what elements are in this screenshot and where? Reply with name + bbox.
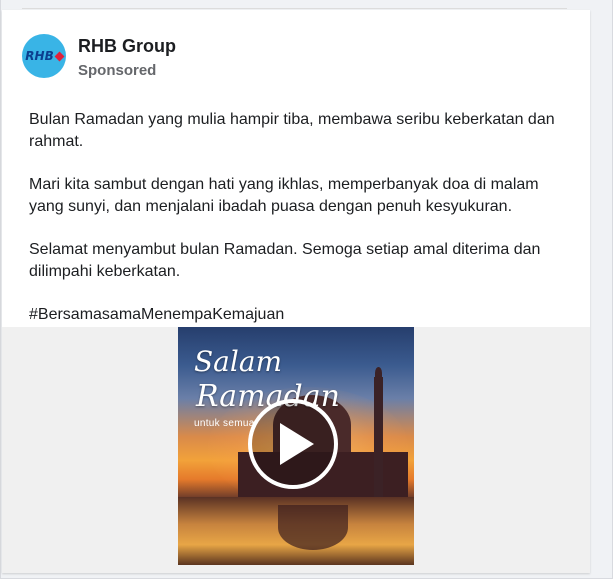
video-tagline: untuk semua	[194, 418, 255, 429]
sponsored-label[interactable]: Sponsored	[78, 62, 156, 79]
video-media-area: Salam Ramadan untuk semua	[2, 327, 590, 573]
video-thumbnail[interactable]: Salam Ramadan untuk semua	[178, 327, 414, 565]
avatar-logo-text: RHB	[25, 49, 54, 63]
minaret	[374, 377, 383, 497]
rhb-logo-icon: RHB	[25, 49, 65, 63]
page-name-link[interactable]: RHB Group	[78, 36, 176, 57]
post-text: Bulan Ramadan yang mulia hampir tiba, me…	[29, 109, 574, 347]
avatar[interactable]: RHB	[22, 34, 66, 78]
post-paragraph-3: Selamat menyambut bulan Ramadan. Semoga …	[29, 241, 541, 280]
dome-reflection	[278, 505, 348, 550]
logo-diamond-icon	[54, 51, 65, 61]
divider	[22, 8, 567, 9]
post-paragraph-2: Mari kita sambut dengan hati yang ikhlas…	[29, 176, 539, 215]
play-icon	[280, 423, 314, 465]
hashtag-link[interactable]: #BersamasamaMenempaKemajuan	[29, 304, 574, 326]
post-paragraph-1: Bulan Ramadan yang mulia hampir tiba, me…	[29, 111, 555, 150]
play-button[interactable]	[248, 399, 338, 489]
video-title-line1: Salam	[194, 345, 283, 378]
